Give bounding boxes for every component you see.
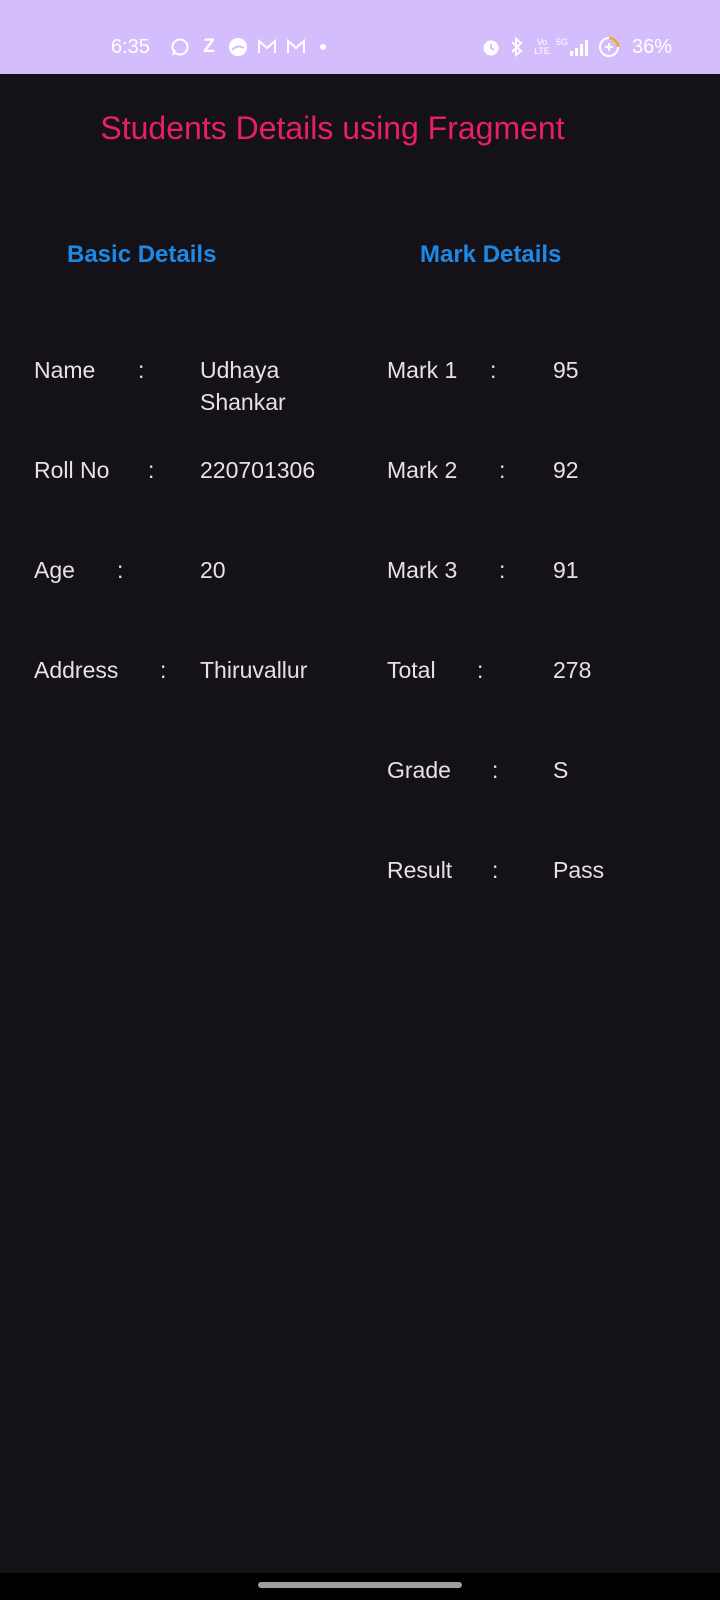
bluetooth-icon [507,35,527,59]
grade-label: Grade [387,757,451,783]
name-label: Name [34,357,96,383]
mark1-label: Mark 1 [387,357,458,383]
roll-no-value: 220701306 [200,457,316,483]
roll-no-label: Roll No [34,457,110,483]
page-title: Students Details using Fragment [100,110,565,146]
mark2-value: 92 [553,457,579,483]
5g-signal-icon: 5G [556,35,592,59]
age-label: Age [34,557,75,583]
alarm-icon [480,35,502,59]
gesture-handle[interactable] [258,1582,462,1588]
name-colon: : [138,357,145,383]
mark1-colon: : [490,357,497,383]
grade-value: S [553,757,569,783]
address-label: Address [34,657,119,683]
mark2-colon: : [499,457,506,483]
mark3-colon: : [499,557,506,583]
age-colon: : [117,557,124,583]
name-value: Udhaya Shankar [200,357,286,415]
battery-percentage: 36% [632,36,673,58]
volte-icon: Vo LTE [534,37,550,56]
address-colon: : [160,657,167,683]
total-label: Total [387,657,436,683]
z-app-icon: Z [203,36,215,57]
roll-no-colon: : [148,457,155,483]
svg-text:5G: 5G [556,37,568,47]
total-colon: : [477,657,484,683]
result-colon: : [492,857,499,883]
mark3-value: 91 [553,557,579,583]
grade-colon: : [492,757,499,783]
status-time: 6:35 [111,36,150,58]
battery-saver-icon [597,35,621,59]
address-value: Thiruvallur [200,657,308,683]
result-label: Result [387,857,453,883]
gmail-icon [285,35,307,59]
whatsapp-icon [170,35,190,59]
gmail-icon [256,35,278,59]
result-value: Pass [553,857,605,883]
basic-details-heading: Basic Details [67,241,217,268]
mark1-value: 95 [553,357,579,383]
age-value: 20 [200,557,226,583]
mark3-label: Mark 3 [387,557,458,583]
dot-icon [318,35,328,59]
mark-details-heading: Mark Details [420,241,562,268]
mark2-label: Mark 2 [387,457,458,483]
total-value: 278 [553,657,592,683]
weather-icon [227,35,249,59]
status-bar: 6:35 Z Vo LTE 5G 36% [0,0,720,74]
